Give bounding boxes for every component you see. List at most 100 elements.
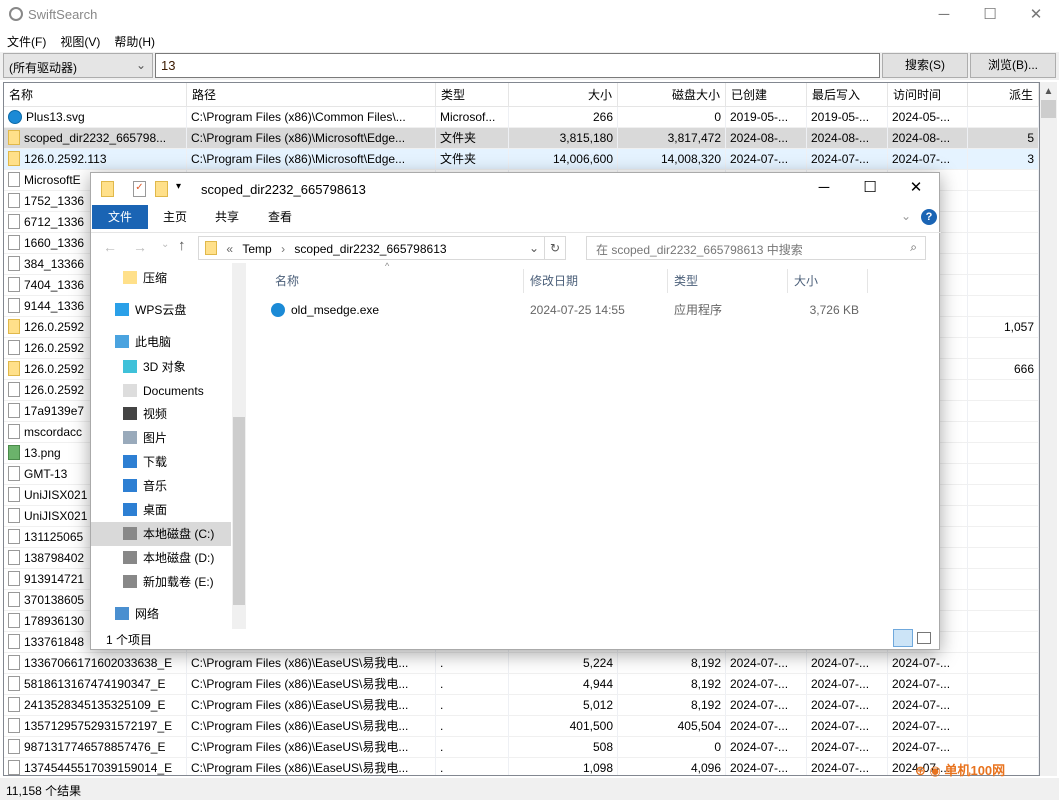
column-header-derived[interactable]: 派生 <box>968 83 1039 107</box>
nav-item[interactable]: 视频 <box>91 402 231 426</box>
nav-item[interactable]: 桌面 <box>91 498 231 522</box>
scroll-up-icon[interactable]: ▲ <box>1040 86 1057 97</box>
cell-text: 2024-07-... <box>730 656 789 670</box>
large-icons-view-icon[interactable] <box>917 632 931 644</box>
menu-help[interactable]: 帮助(H) <box>107 30 162 53</box>
table-row[interactable]: 9871317746578857476_E C:\Program Files (x… <box>4 737 1039 758</box>
tab-file[interactable]: 文件 <box>92 205 148 229</box>
nav-scroll-thumb[interactable] <box>233 417 245 605</box>
col-header-type[interactable]: 类型 <box>668 269 788 293</box>
column-header-disk[interactable]: 磁盘大小 <box>618 83 726 107</box>
cell-written: 2024-07-... <box>807 653 888 674</box>
help-icon[interactable]: ? <box>921 209 937 225</box>
up-icon[interactable]: ↑ <box>178 237 186 254</box>
nav-item[interactable]: 图片 <box>91 426 231 450</box>
search-button[interactable]: 搜索(S) <box>882 53 968 78</box>
breadcrumb-current[interactable]: scoped_dir2232_665798613 <box>294 242 446 256</box>
cell-text: 8,192 <box>690 656 721 670</box>
explorer-maximize-button[interactable]: ☐ <box>847 173 893 203</box>
nav-item[interactable]: 本地磁盘 (C:) <box>91 522 231 546</box>
cell-type: . <box>436 737 509 758</box>
nav-scrollbar[interactable] <box>232 263 246 629</box>
maximize-button[interactable]: ☐ <box>967 0 1013 30</box>
cell-text: 126.0.2592 <box>24 362 85 376</box>
table-row[interactable]: 13745445517039159014_E C:\Program Files (… <box>4 758 1039 775</box>
col-header-modified[interactable]: 修改日期 <box>524 269 668 293</box>
table-row[interactable]: 13367066171602033638_E C:\Program Files (… <box>4 653 1039 674</box>
table-row[interactable]: scoped_dir2232_665798... C:\Program Files… <box>4 128 1039 149</box>
cell-text: 266 <box>592 110 613 124</box>
file-icon <box>8 529 20 544</box>
close-button[interactable]: ✕ <box>1013 0 1059 30</box>
nav-item[interactable]: 音乐 <box>91 474 231 498</box>
nav-item[interactable]: 3D 对象 <box>91 355 231 379</box>
cell-name: 9871317746578857476_E <box>4 737 187 758</box>
scroll-thumb[interactable] <box>1041 100 1056 118</box>
new-folder-icon[interactable] <box>155 181 168 197</box>
nav-item-label: 3D 对象 <box>143 360 186 374</box>
folder-search-input[interactable]: 在 scoped_dir2232_665798613 中搜索 ⌕ <box>586 236 926 260</box>
column-header-created[interactable]: 已创建 <box>726 83 807 107</box>
cell-text: C:\Program Files (x86)\EaseUS\易我电... <box>191 656 409 670</box>
nav-item-label: 本地磁盘 (C:) <box>143 527 215 541</box>
toolbar: (所有驱动器) ⌄ 13 搜索(S) 浏览(B)... <box>0 52 1059 80</box>
drive-select[interactable]: (所有驱动器) ⌄ <box>3 53 153 78</box>
menu-view[interactable]: 视图(V) <box>53 30 107 53</box>
column-header-written[interactable]: 最后写入 <box>807 83 888 107</box>
vertical-scrollbar[interactable]: ▲ <box>1040 82 1057 776</box>
file-icon <box>8 739 20 754</box>
nav-item[interactable]: 新加载卷 (E:) <box>91 570 231 594</box>
cell-text: 文件夹 <box>440 152 477 166</box>
column-header-accessed[interactable]: 访问时间 <box>888 83 968 107</box>
column-header-size[interactable]: 大小 <box>509 83 618 107</box>
breadcrumb-overflow[interactable]: « <box>226 242 233 256</box>
nav-item[interactable]: 网络 <box>91 602 231 626</box>
tab-view[interactable]: 查看 <box>256 205 304 229</box>
address-bar[interactable]: « Temp › scoped_dir2232_665798613 ⌄ ↻ <box>198 236 566 260</box>
back-icon[interactable]: ← <box>103 239 117 255</box>
cell-derived <box>968 716 1039 737</box>
address-dropdown-icon[interactable]: ⌄ <box>529 241 539 255</box>
minimize-button[interactable]: ─ <box>921 0 967 30</box>
nav-item[interactable]: Documents <box>91 379 231 403</box>
nav-item[interactable]: WPS云盘 <box>91 298 231 322</box>
forward-icon[interactable]: → <box>133 239 147 255</box>
table-row[interactable]: 2413528345135325109_E C:\Program Files (x… <box>4 695 1039 716</box>
cell-disk: 405,504 <box>618 716 726 737</box>
col-header-name[interactable]: 名称 <box>269 269 524 293</box>
details-view-icon[interactable] <box>893 629 913 647</box>
folder-icon <box>8 361 20 376</box>
menu-file[interactable]: 文件(F) <box>0 30 53 53</box>
nav-item[interactable]: 下载 <box>91 450 231 474</box>
nav-item[interactable]: 压缩 <box>91 266 231 290</box>
nav-item[interactable]: 本地磁盘 (D:) <box>91 546 231 570</box>
nav-item[interactable]: 此电脑 <box>91 330 231 354</box>
column-header-type[interactable]: 类型 <box>436 83 509 107</box>
table-row[interactable]: 5818613167474190347_E C:\Program Files (x… <box>4 674 1039 695</box>
picture-icon <box>123 431 137 444</box>
recent-dropdown-icon[interactable]: ⌄ <box>161 239 169 250</box>
tab-home[interactable]: 主页 <box>151 205 199 229</box>
table-row[interactable]: 126.0.2592.113 C:\Program Files (x86)\Mic… <box>4 149 1039 170</box>
explorer-minimize-button[interactable]: ─ <box>801 173 847 203</box>
column-header-path[interactable]: 路径 <box>187 83 436 107</box>
tab-share[interactable]: 共享 <box>203 205 251 229</box>
column-header-name[interactable]: 名称 <box>4 83 187 107</box>
properties-icon[interactable]: ✓ <box>133 181 146 197</box>
cell-text: 2024-08-... <box>730 131 789 145</box>
file-row[interactable]: old_msedge.exe 2024-07-25 14:55 应用程序 3,7… <box>269 299 869 321</box>
search-input[interactable]: 13 <box>155 53 880 78</box>
table-row[interactable]: Plus13.svg C:\Program Files (x86)\Common … <box>4 107 1039 128</box>
breadcrumb-temp[interactable]: Temp <box>242 242 271 256</box>
cell-text: GMT-13 <box>24 467 68 481</box>
explorer-close-button[interactable]: ✕ <box>893 173 939 203</box>
browse-button[interactable]: 浏览(B)... <box>970 53 1056 78</box>
col-header-size[interactable]: 大小 <box>788 269 868 293</box>
table-row[interactable]: 13571295752931572197_E C:\Program Files (… <box>4 716 1039 737</box>
quick-access-dropdown-icon[interactable]: ▾ <box>176 181 181 192</box>
edge-icon <box>271 303 285 317</box>
refresh-icon[interactable]: ↻ <box>544 236 566 260</box>
cell-created: 2024-07-... <box>726 758 807 775</box>
expand-ribbon-icon[interactable]: ⌄ <box>901 209 911 223</box>
cell-text: 2024-08-... <box>811 131 870 145</box>
